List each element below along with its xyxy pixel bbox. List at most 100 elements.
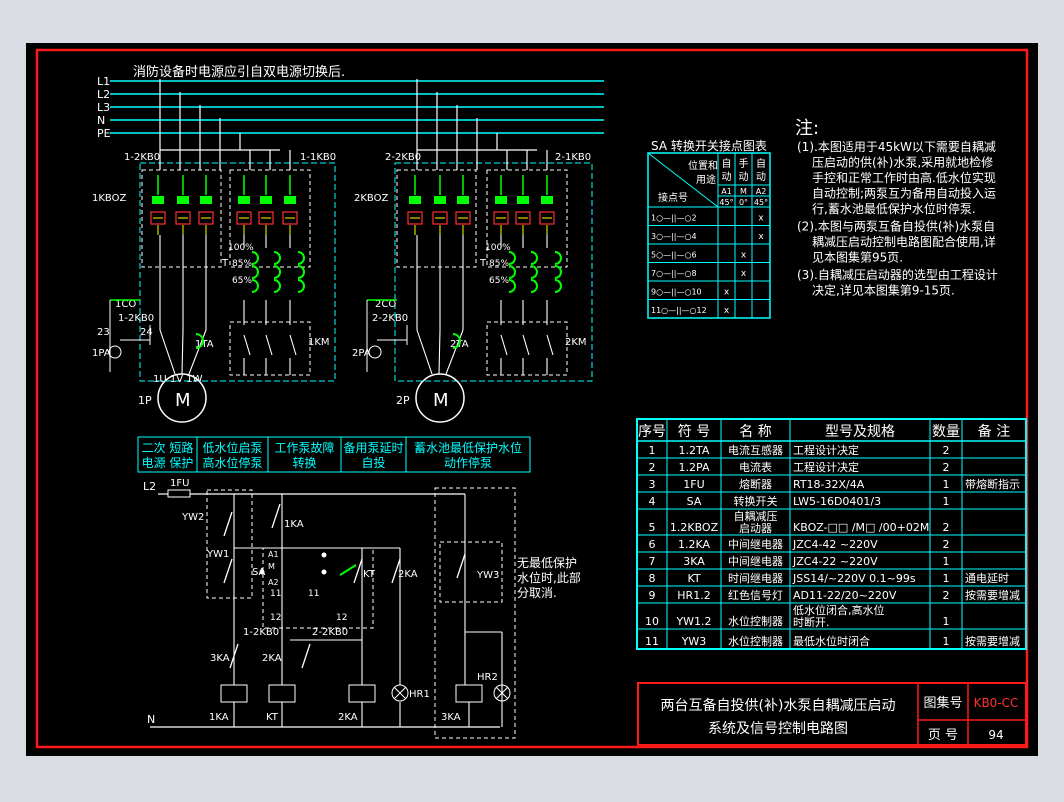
ctrl-n12-b: 12 xyxy=(336,613,347,623)
sa-col-code: A2 xyxy=(756,187,767,196)
ctrl-2ka-contact: 2KA xyxy=(398,569,418,580)
u1-tap-85: 85% xyxy=(232,259,252,269)
note-line: 耦减压启动控制电路图配合使用,详 xyxy=(812,234,996,249)
parts-cell: 1.2PA xyxy=(679,461,710,474)
ctrl-coil-2ka: 2KA xyxy=(338,712,358,723)
ctrl-hr1: HR1 xyxy=(409,689,430,700)
title-line-1: 两台互备自投供(补)水泵自耦减压启动 xyxy=(661,697,896,714)
note-line: 行,蓄水池最低保护水位时停泵. xyxy=(812,201,976,216)
ctrl-yw1-label: YW1 xyxy=(206,549,229,560)
parts-cell: 最低水位时闭合 xyxy=(793,634,870,648)
parts-cell: 10 xyxy=(645,615,659,628)
u2-motor-symbol: M xyxy=(433,390,449,411)
sa-col-code: M xyxy=(740,187,747,196)
control-header-text: 低水位启泵 xyxy=(202,440,262,455)
parts-header: 名 称 xyxy=(739,424,771,440)
control-header-text: 动作停泵 xyxy=(444,455,492,470)
sa-row-mark: x xyxy=(724,288,730,298)
sa-row-contact: 7○—||—○8 xyxy=(651,269,697,278)
u2-ammeter-label: 2PA xyxy=(352,348,371,359)
u1-contactor-label: 1KM xyxy=(308,337,330,348)
bus-label: N xyxy=(97,114,105,127)
ctrl-sa-a2: A2 xyxy=(268,578,279,587)
ctrl-coil-1ka: 1KA xyxy=(209,712,229,723)
parts-cell: 2 xyxy=(943,444,950,457)
u2-left-breaker-label: 2-2KB0 xyxy=(385,152,421,163)
breaker-contact xyxy=(517,196,529,204)
sa-col-code: A1 xyxy=(721,187,732,196)
u2-pump-label: 2P xyxy=(396,394,410,407)
u1-ct2-label: 1-2KB0 xyxy=(118,313,154,324)
parts-cell: 1 xyxy=(943,572,950,585)
parts-cell: 1 xyxy=(943,495,950,508)
parts-cell: 1 xyxy=(943,478,950,491)
parts-cell: HR1.2 xyxy=(677,589,710,602)
breaker-contact xyxy=(409,196,421,204)
ctrl-1ka-contact: 1KA xyxy=(284,519,304,530)
cad-viewport: 消防设备时电源应引自双电源切换后. L1 L2 L3 N PE 1-2KB0 1-1KB… xyxy=(0,0,1064,798)
parts-cell: 1.2KA xyxy=(678,538,711,551)
parts-cell: 2 xyxy=(943,461,950,474)
sa-col-angle: 45° xyxy=(754,198,768,207)
parts-cell: 1 xyxy=(943,615,950,628)
u2-ct2-label: 2-2KB0 xyxy=(372,313,408,324)
ctrl-sa-m: M xyxy=(268,562,275,571)
u1-motor-terms: 1U 1V 1W xyxy=(153,374,203,385)
parts-header: 符 号 xyxy=(678,424,710,440)
ctrl-2ka-contact-b: 2KA xyxy=(262,653,282,664)
sa-row-mark: x xyxy=(758,214,764,224)
parts-cell: 时间继电器 xyxy=(728,572,783,585)
page-value: 94 xyxy=(988,728,1003,742)
ctrl-3ka-contact: 3KA xyxy=(210,653,230,664)
ctrl-yw3-label: YW3 xyxy=(476,570,499,581)
parts-cell: RT18-32X/4A xyxy=(793,478,865,491)
sa-col-name-2: 动 xyxy=(722,171,732,183)
control-header-text: 二次 短路 xyxy=(142,440,194,455)
breaker-contact xyxy=(541,196,553,204)
ctrl-n12-a: 12 xyxy=(270,613,281,623)
parts-cell: 6 xyxy=(649,538,656,551)
parts-cell: SA xyxy=(687,495,702,508)
u1-term23: 23 xyxy=(97,327,110,338)
sa-col-name-2: 动 xyxy=(739,171,749,183)
parts-cell: 按需要增减 xyxy=(965,634,1020,648)
parts-cell: AD11-22/20~220V xyxy=(793,589,897,602)
ctrl-coil-3ka: 3KA xyxy=(441,712,461,723)
control-note-line: 水位时,此部 xyxy=(517,570,581,585)
breaker-contact xyxy=(238,196,250,204)
note-line: (1).本图适用于45kW以下需要自耦减 xyxy=(797,140,996,154)
control-header-text: 电源 保护 xyxy=(142,456,194,470)
control-header-text: 工作泵故障 xyxy=(274,440,334,455)
u1-tap-65: 65% xyxy=(232,276,252,286)
parts-cell: 低水位闭合,高水位 xyxy=(793,603,885,617)
parts-header: 型号及规格 xyxy=(825,424,895,440)
control-header-text: 转换 xyxy=(292,455,316,470)
parts-cell: JZC4-42 ~220V xyxy=(792,538,878,551)
parts-cell: 中间继电器 xyxy=(728,538,783,551)
parts-cell: 带熔断指示 xyxy=(965,477,1020,491)
breaker-contact xyxy=(284,196,296,204)
title-line-2: 系统及信号控制电路图 xyxy=(708,721,848,737)
note-line: (2).本图与两泵互备自投供(补)水泵自 xyxy=(797,219,995,234)
notes-block: 注: (1).本图适用于45kW以下需要自耦减压启动的供(补)水泵,采用就地检修… xyxy=(795,118,998,298)
ctrl-kb0-2: 2-2KB0 xyxy=(312,627,348,638)
parts-cell: 1 xyxy=(943,635,950,648)
bus-label: L3 xyxy=(97,101,110,114)
u2-tap-65: 65% xyxy=(489,276,509,286)
sa-corner-bottom: 接点号 xyxy=(658,191,688,204)
sa-col-angle: 0° xyxy=(739,198,748,207)
u1-ammeter-label: 1PA xyxy=(92,348,111,359)
sa-corner-top: 位置和 xyxy=(688,159,718,172)
ctrl-n-label: N xyxy=(147,713,155,726)
breaker-contact xyxy=(495,196,507,204)
sa-col-name-2: 动 xyxy=(756,171,766,183)
parts-cell: 2 xyxy=(943,589,950,602)
parts-cell: 中间继电器 xyxy=(728,555,783,568)
sa-row-contact: 11○—||—○12 xyxy=(651,306,707,315)
u1-left-breaker-label: 1-2KB0 xyxy=(124,152,160,163)
parts-cell: 2 xyxy=(943,521,950,534)
control-header-text: 自投 xyxy=(361,455,385,470)
parts-cell: 1 xyxy=(649,444,656,457)
parts-cell: 转换开关 xyxy=(734,494,778,508)
sa-row-contact: 5○—||—○6 xyxy=(651,251,697,260)
